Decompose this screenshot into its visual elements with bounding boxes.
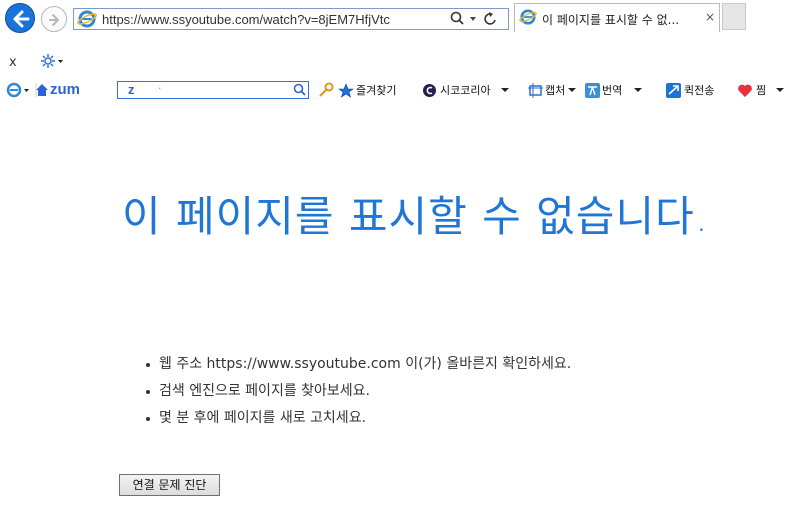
error-heading: 이 페이지를 표시할 수 없습니다.	[122, 192, 710, 241]
dropdown-icon[interactable]	[500, 86, 509, 94]
toolbar-item-capture[interactable]: 캡처	[528, 82, 577, 98]
gear-icon[interactable]	[40, 53, 66, 69]
dropdown-icon[interactable]	[568, 86, 577, 94]
zum-search-dot: ·	[158, 82, 162, 95]
toolbar-item-label: 퀵전송	[684, 84, 715, 97]
close-icon[interactable]: ×	[705, 10, 715, 24]
dropdown-icon[interactable]	[634, 86, 643, 94]
toolbar-item-label: 번역	[602, 84, 623, 97]
forward-arrow-icon	[49, 14, 60, 26]
forward-button[interactable]	[41, 6, 67, 32]
back-arrow-icon	[13, 10, 30, 28]
list-item: 검색 엔진으로 페이지를 찾아보세요.	[146, 378, 571, 405]
toolbar-item-label: 시코코리아	[440, 84, 491, 97]
key-icon[interactable]	[318, 82, 334, 98]
tab-current[interactable]: 이 페이지를 표시할 수 없... ×	[514, 3, 720, 32]
search-icon[interactable]	[293, 83, 307, 97]
address-tools	[450, 10, 508, 28]
address-url[interactable]: https://www.ssyoutube.com/watch?v=8jEM7H…	[102, 12, 390, 27]
diagnose-connection-button[interactable]: 연결 문제 진단	[119, 474, 220, 496]
toolbar-item-favorites[interactable]: 즐겨찾기	[338, 82, 396, 98]
tab-title: 이 페이지를 표시할 수 없...	[542, 13, 680, 27]
quick-send-icon	[666, 82, 681, 98]
back-button[interactable]	[5, 3, 35, 33]
star-icon	[338, 82, 354, 98]
close-icon[interactable]: x	[9, 55, 17, 70]
toolbar-item-translate[interactable]: 번역	[585, 82, 643, 98]
home-icon[interactable]	[34, 81, 50, 99]
toolbar-item-wishlist[interactable]: 찜	[737, 82, 785, 98]
list-item: 웹 주소 https://www.ssyoutube.com 이(가) 올바른지…	[146, 351, 571, 378]
address-bar[interactable]: https://www.ssyoutube.com/watch?v=8jEM7H…	[73, 8, 509, 30]
zum-logo[interactable]: zum	[50, 81, 80, 98]
heart-icon	[738, 84, 752, 97]
dropdown-icon[interactable]	[776, 86, 785, 94]
ie-logo-icon	[519, 9, 537, 25]
zum-search-value: z	[128, 82, 135, 97]
translate-icon	[585, 82, 600, 98]
new-tab-button[interactable]	[722, 3, 746, 30]
c-logo-icon	[423, 83, 436, 97]
toolbar-item-quicksend[interactable]: 퀵전송	[666, 82, 714, 98]
ie-logo-icon	[77, 10, 97, 28]
zum-search-input[interactable]: z ·	[117, 81, 309, 99]
browser-top-bar: https://www.ssyoutube.com/watch?v=8jEM7H…	[0, 0, 800, 57]
dropdown-icon[interactable]	[470, 17, 476, 21]
toolbar-item-label: 캡처	[545, 84, 566, 97]
list-item: 몇 분 후에 페이지를 새로 고치세요.	[146, 405, 571, 432]
toolbar-item-label: 즐겨찾기	[356, 84, 397, 97]
refresh-icon[interactable]	[484, 12, 496, 25]
search-icon[interactable]	[450, 11, 464, 25]
error-tips-list: 웹 주소 https://www.ssyoutube.com 이(가) 올바른지…	[146, 351, 571, 432]
capture-icon	[528, 82, 543, 98]
toolbar-item-sikokorea[interactable]: 시코코리아	[422, 82, 509, 98]
toolbar-item-label: 찜	[756, 84, 767, 97]
add-on-toolbar: zum z · 즐겨찾기 시코코리아 캡처 번역 퀵전송 찜	[0, 79, 800, 101]
secondary-command-row: x	[0, 53, 800, 75]
